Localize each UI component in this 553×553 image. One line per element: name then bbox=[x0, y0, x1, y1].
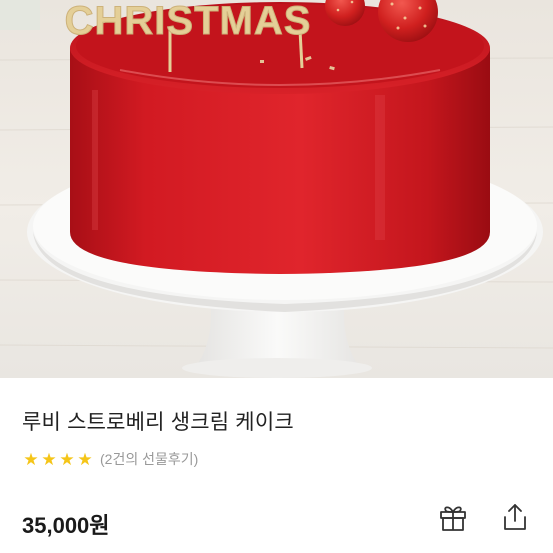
star-icon: ★ bbox=[77, 449, 93, 469]
cake-photo: CHRISTMAS bbox=[0, 0, 553, 378]
gift-button[interactable] bbox=[435, 499, 471, 535]
product-price: 35,000원 bbox=[22, 513, 110, 538]
star-icon: ★ bbox=[59, 449, 75, 469]
product-image: CHRISTMAS bbox=[0, 0, 553, 378]
gift-icon bbox=[440, 506, 466, 531]
product-title: 루비 스트로베리 생크림 케이크 bbox=[22, 411, 294, 434]
share-icon bbox=[504, 504, 526, 530]
rating-row[interactable]: ★ ★ ★ ★ (2건의 선물후기) bbox=[22, 449, 198, 469]
star-icon: ★ bbox=[41, 449, 57, 469]
christmas-topper-text: CHRISTMAS bbox=[65, 0, 312, 43]
share-button[interactable] bbox=[497, 499, 533, 535]
star-icon: ★ bbox=[23, 449, 39, 469]
star-rating: ★ ★ ★ ★ bbox=[22, 451, 94, 468]
review-count[interactable]: (2건의 선물후기) bbox=[100, 449, 198, 469]
product-info: 루비 스트로베리 생크림 케이크 ★ ★ ★ ★ (2건의 선물후기) 35,0… bbox=[0, 378, 553, 553]
